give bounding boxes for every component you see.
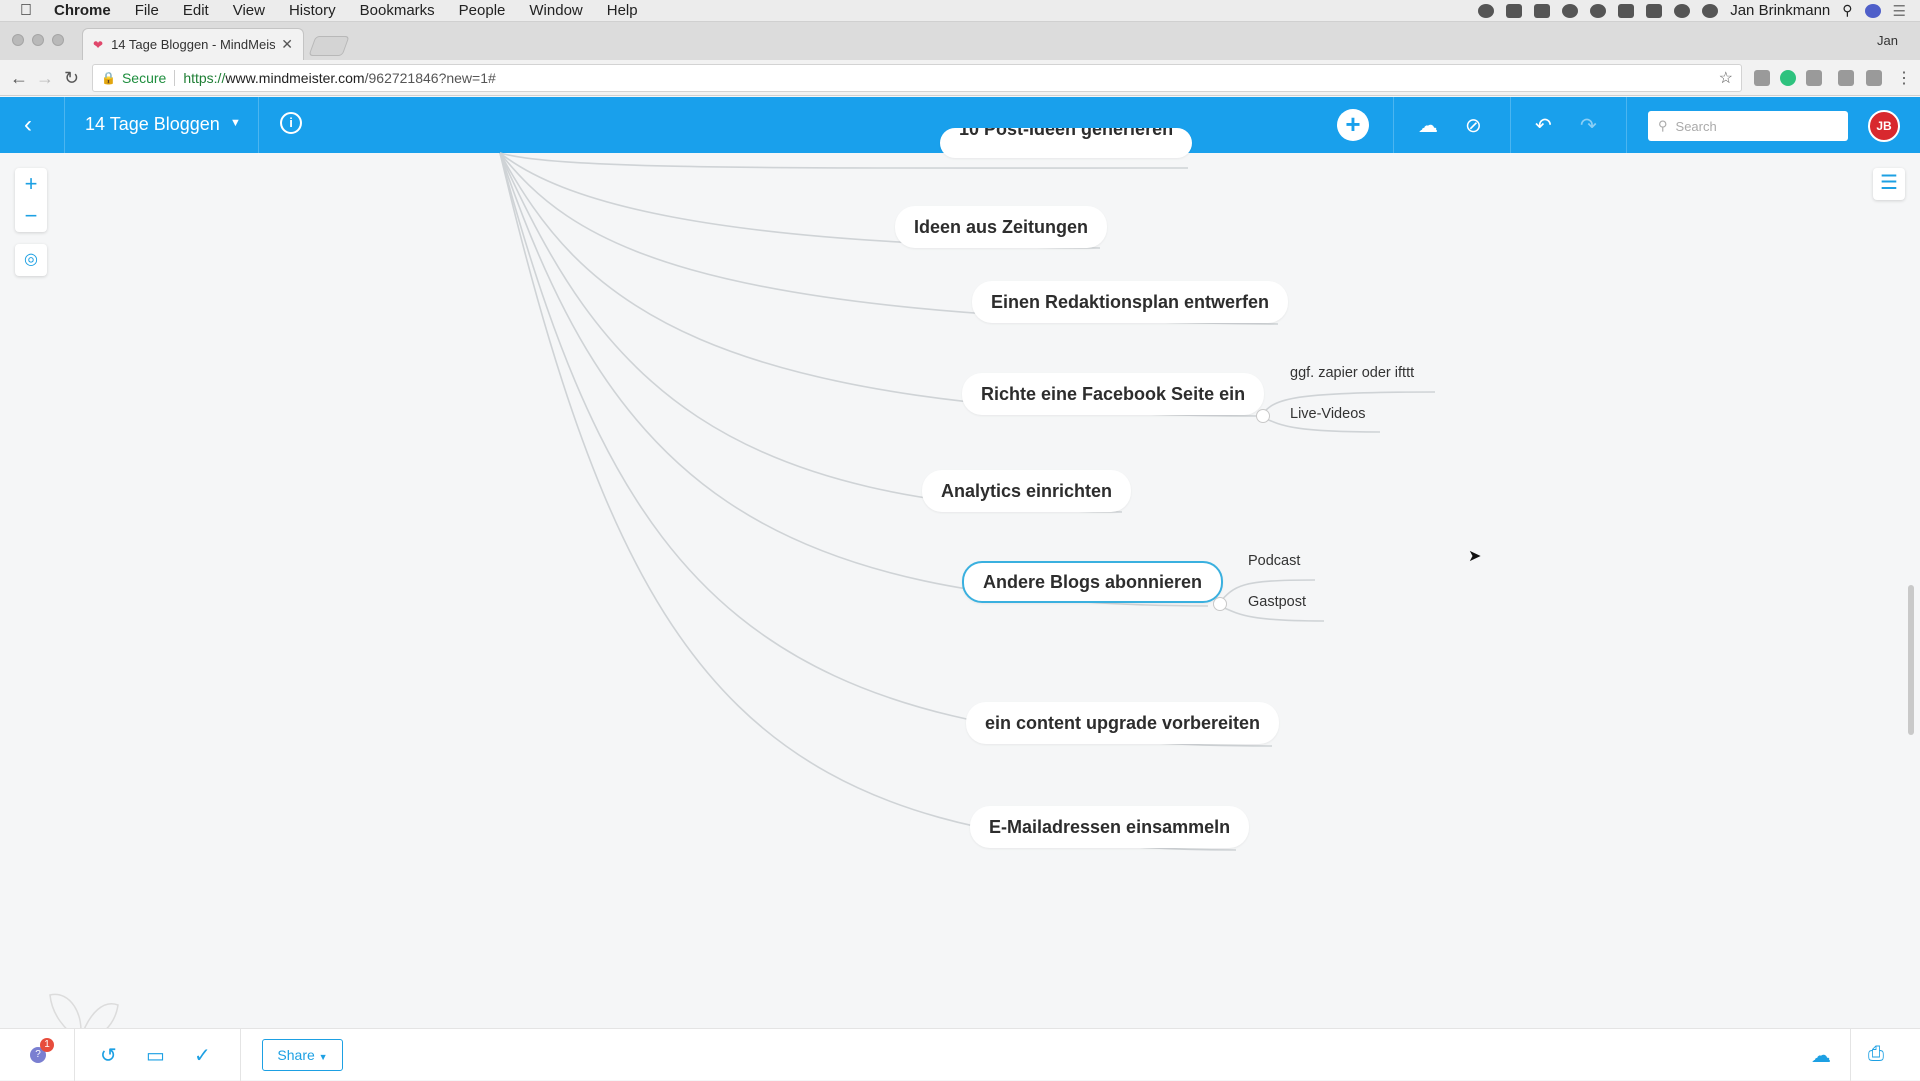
- center-map-button[interactable]: ◎: [15, 244, 47, 276]
- collapse-knob[interactable]: [1213, 597, 1227, 611]
- bottom-toolbar: ? 1 ↺ ▭ ✓ Share ▼ ☁ ⎙: [0, 1028, 1920, 1081]
- bottom-divider: [240, 1029, 241, 1081]
- subnode-label[interactable]: ggf. zapier oder ifttt: [1290, 365, 1414, 381]
- node-label: Einen Redaktionsplan entwerfen: [991, 292, 1270, 312]
- subnode-label[interactable]: Live-Videos: [1290, 406, 1366, 422]
- mindmap-node[interactable]: Einen Redaktionsplan entwerfen: [972, 281, 1289, 323]
- share-dropdown-icon: ▼: [318, 1052, 328, 1062]
- zoom-out-button[interactable]: −: [15, 200, 47, 232]
- node-label: Richte eine Facebook Seite ein: [981, 384, 1246, 404]
- mouse-cursor-icon: ➤: [1468, 548, 1482, 565]
- share-label: Share: [277, 1047, 315, 1063]
- cloud-download-icon[interactable]: ☁: [1811, 1043, 1831, 1068]
- presentation-icon[interactable]: ▭: [146, 1043, 165, 1068]
- bottom-divider: [74, 1029, 75, 1081]
- zoom-in-button[interactable]: +: [15, 168, 47, 200]
- notification-badge: 1: [40, 1038, 54, 1052]
- bottom-divider: [1850, 1029, 1851, 1081]
- mindmap-node[interactable]: 10 Post-Ideen generieren: [940, 128, 1193, 158]
- collapse-knob[interactable]: [1256, 409, 1270, 423]
- subnode-label[interactable]: Podcast: [1248, 553, 1300, 569]
- node-label: ein content upgrade vorbereiten: [985, 713, 1261, 733]
- mindmap-node[interactable]: ein content upgrade vorbereiten: [966, 702, 1280, 744]
- mindmap-node-selected[interactable]: Andere Blogs abonnieren: [962, 561, 1224, 603]
- node-label: E-Mailadressen einsammeln: [989, 817, 1231, 837]
- side-menu-button[interactable]: ☰: [1873, 168, 1905, 200]
- mindmap-connections: [499, 152, 1436, 851]
- node-label: Analytics einrichten: [941, 481, 1113, 501]
- mindmap-node[interactable]: Ideen aus Zeitungen: [895, 206, 1108, 248]
- node-label: Andere Blogs abonnieren: [983, 572, 1203, 592]
- mindmap-node[interactable]: Analytics einrichten: [922, 470, 1132, 512]
- mindmap-node[interactable]: E-Mailadressen einsammeln: [970, 806, 1250, 848]
- history-icon[interactable]: ↺: [100, 1043, 117, 1068]
- print-icon[interactable]: ⎙: [1868, 1043, 1884, 1066]
- zoom-controls: + −: [15, 168, 47, 232]
- node-label: 10 Post-Ideen generieren: [959, 128, 1174, 139]
- mindmap-node[interactable]: Richte eine Facebook Seite ein: [962, 373, 1265, 415]
- share-button[interactable]: Share ▼: [262, 1039, 343, 1071]
- subnode-label[interactable]: Gastpost: [1248, 594, 1306, 610]
- node-label: Ideen aus Zeitungen: [914, 217, 1089, 237]
- vertical-scrollbar[interactable]: [1908, 585, 1914, 735]
- tasks-check-icon[interactable]: ✓: [194, 1043, 211, 1068]
